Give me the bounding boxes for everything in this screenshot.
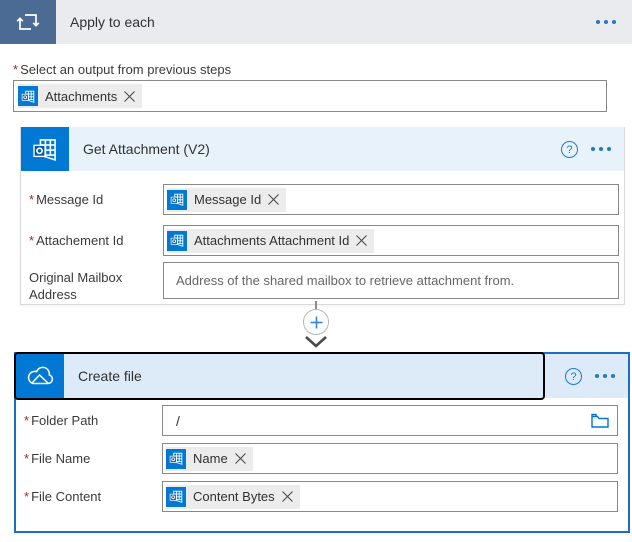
remove-token-icon[interactable] <box>356 235 368 246</box>
message-id-input[interactable]: Message Id <box>163 184 619 215</box>
outlook-connector-icon <box>21 127 69 171</box>
folder-path-input[interactable]: / <box>162 405 618 436</box>
select-output-label: * Select an output from previous steps <box>13 62 232 77</box>
apply-to-each-title: Apply to each <box>70 14 155 30</box>
folder-path-value: / <box>176 412 180 429</box>
attachment-id-token[interactable]: Attachments Attachment Id <box>167 228 375 253</box>
required-marker: * <box>13 62 19 77</box>
get-attachment-header[interactable]: Get Attachment (V2) ? <box>21 127 624 171</box>
mailbox-input[interactable]: Address of the shared mailbox to retriev… <box>163 262 619 299</box>
file-name-row: * File Name Name <box>16 443 628 474</box>
folder-picker-icon[interactable] <box>591 413 609 428</box>
token-label: Content Bytes <box>193 489 275 504</box>
flow-designer-canvas: Apply to each * Select an output from pre… <box>0 0 632 542</box>
onedrive-connector-icon <box>16 354 64 398</box>
token-label: Name <box>193 451 228 466</box>
file-content-token[interactable]: Content Bytes <box>166 484 300 509</box>
outlook-icon <box>167 230 187 251</box>
token-label: Message Id <box>194 192 262 207</box>
mailbox-row: Original Mailbox Address Address of the … <box>21 262 624 303</box>
mailbox-label: Original Mailbox Address <box>29 270 123 302</box>
message-id-label: * Message Id <box>29 192 104 207</box>
outlook-icon <box>166 448 186 469</box>
outlook-icon <box>167 189 187 210</box>
outlook-icon <box>18 86 38 106</box>
get-attachment-card: Get Attachment (V2) ? * Message Id Messag… <box>20 127 625 305</box>
token-label: Attachments Attachment Id <box>194 233 350 248</box>
create-file-title: Create file <box>78 368 142 384</box>
select-output-input[interactable]: Attachments <box>13 80 607 112</box>
attachments-token[interactable]: Attachments <box>18 84 143 108</box>
remove-token-icon[interactable] <box>268 194 280 205</box>
create-file-card: Create file ? * Folder Path / * File Name <box>14 352 630 533</box>
create-file-header[interactable]: Create file ? <box>14 352 628 400</box>
file-content-input[interactable]: Content Bytes <box>162 481 618 512</box>
file-name-input[interactable]: Name <box>162 443 618 474</box>
folder-path-row: * Folder Path / <box>16 405 628 436</box>
help-icon[interactable]: ? <box>565 368 582 385</box>
apply-to-each-menu-button[interactable] <box>596 20 616 24</box>
insert-step-button[interactable] <box>303 309 329 335</box>
file-content-row: * File Content Content Bytes <box>16 481 628 512</box>
arrow-down-icon <box>305 336 327 348</box>
message-id-token[interactable]: Message Id <box>167 187 287 212</box>
attachment-id-row: * Attachement Id Attachments Attachment I… <box>21 225 624 256</box>
attachment-id-label: * Attachement Id <box>29 233 124 248</box>
mailbox-placeholder: Address of the shared mailbox to retriev… <box>176 273 515 288</box>
remove-token-icon[interactable] <box>281 491 293 502</box>
remove-token-icon[interactable] <box>234 453 246 464</box>
help-icon[interactable]: ? <box>561 141 578 158</box>
attachment-id-input[interactable]: Attachments Attachment Id <box>163 225 619 256</box>
file-name-label: * File Name <box>24 451 91 466</box>
step-connector <box>0 301 632 349</box>
outlook-icon <box>166 486 186 507</box>
apply-to-each-loop-icon <box>0 0 56 44</box>
get-attachment-menu-button[interactable] <box>591 147 611 151</box>
folder-path-label: * Folder Path <box>24 413 99 428</box>
create-file-menu-button[interactable] <box>595 374 615 378</box>
file-content-label: * File Content <box>24 489 102 504</box>
file-name-token[interactable]: Name <box>166 446 253 471</box>
remove-token-icon[interactable] <box>124 90 136 102</box>
apply-to-each-header[interactable]: Apply to each <box>0 0 632 44</box>
token-label: Attachments <box>45 88 118 104</box>
message-id-row: * Message Id Message Id <box>21 184 624 215</box>
get-attachment-title: Get Attachment (V2) <box>83 141 210 157</box>
